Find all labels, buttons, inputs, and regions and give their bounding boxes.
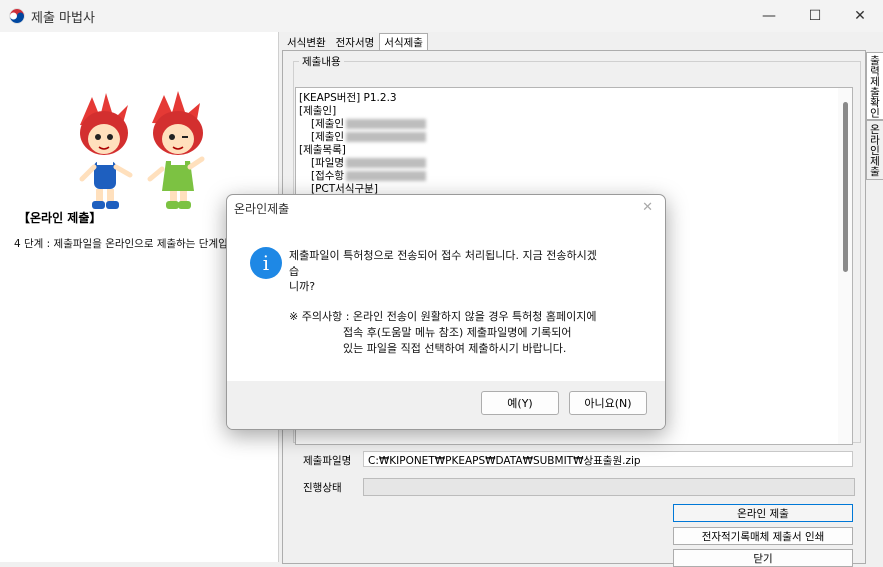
close-icon: ✕ [854, 8, 866, 24]
online-submit-dialog: 온라인제출 ✕ i 제출파일이 특허청으로 전송되어 접수 처리됩니다. 지금 … [226, 194, 666, 430]
mascot-illustration [79, 91, 205, 209]
dialog-message-line-1: 제출파일이 특허청으로 전송되어 접수 처리됩니다. 지금 전송하시겠 [289, 249, 597, 262]
no-button[interactable]: 아니요(N) [569, 391, 647, 415]
maximize-button[interactable]: ☐ [792, 0, 838, 32]
dialog-message-line-3: 니까? [289, 280, 316, 293]
tab-form-submit[interactable]: 서식제출 [379, 33, 428, 51]
side-tab-print-confirm[interactable]: 출력제출확인 [866, 52, 883, 120]
side-tab-online-submit[interactable]: 온라인제출 [866, 120, 883, 180]
step-description: 4 단계 : 제출파일을 온라인으로 제출하는 단계입니 [14, 238, 238, 250]
vertical-scrollbar[interactable] [838, 88, 852, 444]
minimize-button[interactable]: — [746, 0, 792, 32]
redacted-value [346, 158, 427, 168]
info-icon: i [250, 247, 282, 279]
korea-emblem-icon [9, 8, 25, 24]
progress-bar [363, 478, 855, 496]
title-bar: 제출 마법사 — ☐ ✕ [0, 0, 883, 32]
dialog-note-line-2: 접속 후(도움말 메뉴 참조) 제출파일명에 기록되어 [343, 326, 572, 339]
online-submit-button[interactable]: 온라인 제출 [673, 504, 853, 522]
yes-button[interactable]: 예(Y) [481, 391, 559, 415]
status-label: 진행상태 [303, 482, 342, 494]
dialog-message-line-2: 습 [289, 265, 300, 278]
tab-strip: 서식변환 전자서명 서식제출 [282, 33, 428, 51]
maximize-icon: ☐ [808, 8, 822, 24]
redacted-value [346, 132, 427, 142]
print-media-button[interactable]: 전자적기록매체 제출서 인쇄 [673, 527, 853, 545]
redacted-value [346, 119, 427, 129]
dialog-note-line-3: 있는 파일을 직접 선택하여 제출하시기 바랍니다. [343, 342, 567, 355]
minimize-icon: — [762, 8, 776, 24]
window-title: 제출 마법사 [31, 11, 95, 26]
scrollbar-thumb[interactable] [843, 102, 848, 272]
dialog-title: 온라인제출 [234, 202, 290, 216]
redacted-value [346, 171, 427, 181]
close-button[interactable]: 닫기 [673, 549, 853, 567]
file-name-label: 제출파일명 [303, 455, 352, 467]
close-window-button[interactable]: ✕ [837, 0, 883, 32]
group-label: 제출내용 [299, 54, 344, 69]
dialog-close-button[interactable]: ✕ [642, 200, 653, 215]
dialog-footer: 예(Y) 아니요(N) [227, 381, 665, 429]
close-icon: ✕ [642, 200, 653, 215]
step-heading: 【온라인 제출】 [18, 211, 102, 225]
dialog-note-line-1: ※ 주의사항 : 온라인 전송이 원활하지 않을 경우 특허청 홈페이지에 [289, 310, 597, 323]
file-name-field: C:₩KIPONET₩PKEAPS₩DATA₩SUBMIT₩상표출원.zip [363, 451, 853, 467]
